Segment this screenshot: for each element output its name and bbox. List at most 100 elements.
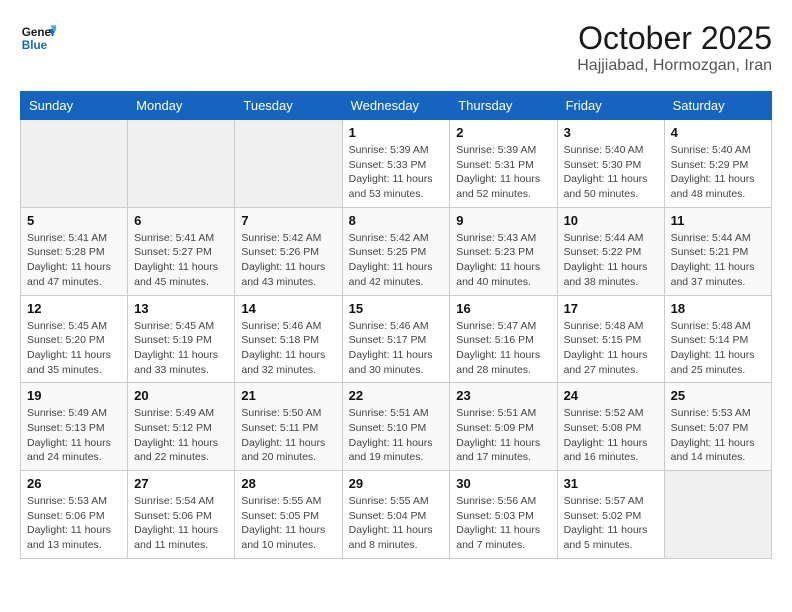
day-info: Sunrise: 5:49 AM Sunset: 5:12 PM Dayligh…: [134, 406, 228, 465]
day-number: 1: [349, 125, 444, 140]
calendar-cell: 16 Sunrise: 5:47 AM Sunset: 5:16 PM Dayli…: [450, 295, 557, 383]
day-number: 29: [349, 476, 444, 491]
day-info: Sunrise: 5:57 AM Sunset: 5:02 PM Dayligh…: [564, 494, 658, 553]
calendar-day-header: Thursday: [450, 92, 557, 120]
calendar-cell: 11Sunrise: 5:44 AM Sunset: 5:21 PM Dayli…: [664, 207, 771, 295]
day-number: 25: [671, 388, 765, 403]
calendar-cell: 26 Sunrise: 5:53 AM Sunset: 5:06 PM Dayli…: [21, 471, 128, 559]
calendar-week-row: 5Sunrise: 5:41 AM Sunset: 5:28 PM Daylig…: [21, 207, 772, 295]
calendar-day-header: Saturday: [664, 92, 771, 120]
day-number: 10: [564, 213, 658, 228]
calendar-header-row: SundayMondayTuesdayWednesdayThursdayFrid…: [21, 92, 772, 120]
calendar-cell: [21, 120, 128, 208]
calendar-cell: [128, 120, 235, 208]
day-info: Sunrise: 5:45 AM Sunset: 5:19 PM Dayligh…: [134, 319, 228, 378]
calendar-cell: 5Sunrise: 5:41 AM Sunset: 5:28 PM Daylig…: [21, 207, 128, 295]
day-number: 8: [349, 213, 444, 228]
calendar-cell: 23Sunrise: 5:51 AM Sunset: 5:09 PM Dayli…: [450, 383, 557, 471]
calendar-cell: 8 Sunrise: 5:42 AM Sunset: 5:25 PM Daylig…: [342, 207, 450, 295]
calendar-cell: 22Sunrise: 5:51 AM Sunset: 5:10 PM Dayli…: [342, 383, 450, 471]
day-info: Sunrise: 5:42 AM Sunset: 5:26 PM Dayligh…: [241, 231, 335, 290]
calendar-cell: 12 Sunrise: 5:45 AM Sunset: 5:20 PM Dayli…: [21, 295, 128, 383]
day-number: 20: [134, 388, 228, 403]
calendar-cell: 24 Sunrise: 5:52 AM Sunset: 5:08 PM Dayli…: [557, 383, 664, 471]
title-block: October 2025 Hajjiabad, Hormozgan, Iran: [577, 20, 772, 75]
day-number: 14: [241, 301, 335, 316]
day-info: Sunrise: 5:48 AM Sunset: 5:14 PM Dayligh…: [671, 319, 765, 378]
logo: General Blue: [20, 20, 56, 56]
calendar-day-header: Wednesday: [342, 92, 450, 120]
calendar-cell: 30Sunrise: 5:56 AM Sunset: 5:03 PM Dayli…: [450, 471, 557, 559]
day-number: 16: [456, 301, 550, 316]
calendar-cell: 19 Sunrise: 5:49 AM Sunset: 5:13 PM Dayli…: [21, 383, 128, 471]
calendar-cell: 6Sunrise: 5:41 AM Sunset: 5:27 PM Daylig…: [128, 207, 235, 295]
day-number: 6: [134, 213, 228, 228]
logo-icon: General Blue: [20, 20, 56, 56]
day-info: Sunrise: 5:50 AM Sunset: 5:11 PM Dayligh…: [241, 406, 335, 465]
day-info: Sunrise: 5:55 AM Sunset: 5:05 PM Dayligh…: [241, 494, 335, 553]
day-info: Sunrise: 5:45 AM Sunset: 5:20 PM Dayligh…: [27, 319, 121, 378]
day-number: 31: [564, 476, 658, 491]
calendar-cell: 17 Sunrise: 5:48 AM Sunset: 5:15 PM Dayli…: [557, 295, 664, 383]
day-number: 22: [349, 388, 444, 403]
day-number: 2: [456, 125, 550, 140]
day-number: 18: [671, 301, 765, 316]
calendar-cell: 3Sunrise: 5:40 AM Sunset: 5:30 PM Daylig…: [557, 120, 664, 208]
day-info: Sunrise: 5:41 AM Sunset: 5:28 PM Dayligh…: [27, 231, 121, 290]
calendar-cell: 4 Sunrise: 5:40 AM Sunset: 5:29 PM Daylig…: [664, 120, 771, 208]
calendar-cell: 25 Sunrise: 5:53 AM Sunset: 5:07 PM Dayli…: [664, 383, 771, 471]
day-number: 19: [27, 388, 121, 403]
day-info: Sunrise: 5:40 AM Sunset: 5:29 PM Dayligh…: [671, 143, 765, 202]
calendar-cell: 29 Sunrise: 5:55 AM Sunset: 5:04 PM Dayli…: [342, 471, 450, 559]
day-number: 28: [241, 476, 335, 491]
calendar-cell: 1 Sunrise: 5:39 AM Sunset: 5:33 PM Daylig…: [342, 120, 450, 208]
day-number: 15: [349, 301, 444, 316]
calendar-cell: 31 Sunrise: 5:57 AM Sunset: 5:02 PM Dayli…: [557, 471, 664, 559]
day-info: Sunrise: 5:55 AM Sunset: 5:04 PM Dayligh…: [349, 494, 444, 553]
day-info: Sunrise: 5:53 AM Sunset: 5:06 PM Dayligh…: [27, 494, 121, 553]
day-number: 12: [27, 301, 121, 316]
day-info: Sunrise: 5:53 AM Sunset: 5:07 PM Dayligh…: [671, 406, 765, 465]
calendar-day-header: Tuesday: [235, 92, 342, 120]
day-info: Sunrise: 5:44 AM Sunset: 5:21 PM Dayligh…: [671, 231, 765, 290]
month-title: October 2025: [577, 20, 772, 57]
day-number: 13: [134, 301, 228, 316]
day-info: Sunrise: 5:40 AM Sunset: 5:30 PM Dayligh…: [564, 143, 658, 202]
calendar-cell: [664, 471, 771, 559]
calendar-cell: 18 Sunrise: 5:48 AM Sunset: 5:14 PM Dayli…: [664, 295, 771, 383]
calendar-cell: [235, 120, 342, 208]
calendar-table: SundayMondayTuesdayWednesdayThursdayFrid…: [20, 91, 772, 559]
day-info: Sunrise: 5:52 AM Sunset: 5:08 PM Dayligh…: [564, 406, 658, 465]
day-info: Sunrise: 5:56 AM Sunset: 5:03 PM Dayligh…: [456, 494, 550, 553]
day-info: Sunrise: 5:49 AM Sunset: 5:13 PM Dayligh…: [27, 406, 121, 465]
day-info: Sunrise: 5:46 AM Sunset: 5:18 PM Dayligh…: [241, 319, 335, 378]
calendar-week-row: 19 Sunrise: 5:49 AM Sunset: 5:13 PM Dayli…: [21, 383, 772, 471]
day-number: 27: [134, 476, 228, 491]
calendar-cell: 10Sunrise: 5:44 AM Sunset: 5:22 PM Dayli…: [557, 207, 664, 295]
day-info: Sunrise: 5:48 AM Sunset: 5:15 PM Dayligh…: [564, 319, 658, 378]
calendar-cell: 13 Sunrise: 5:45 AM Sunset: 5:19 PM Dayli…: [128, 295, 235, 383]
day-number: 17: [564, 301, 658, 316]
calendar-day-header: Sunday: [21, 92, 128, 120]
day-info: Sunrise: 5:39 AM Sunset: 5:31 PM Dayligh…: [456, 143, 550, 202]
svg-text:Blue: Blue: [22, 39, 48, 52]
page-header: General Blue October 2025 Hajjiabad, Hor…: [20, 20, 772, 75]
location-title: Hajjiabad, Hormozgan, Iran: [577, 57, 772, 75]
day-number: 24: [564, 388, 658, 403]
day-number: 21: [241, 388, 335, 403]
day-info: Sunrise: 5:42 AM Sunset: 5:25 PM Dayligh…: [349, 231, 444, 290]
day-info: Sunrise: 5:43 AM Sunset: 5:23 PM Dayligh…: [456, 231, 550, 290]
calendar-cell: 7 Sunrise: 5:42 AM Sunset: 5:26 PM Daylig…: [235, 207, 342, 295]
day-info: Sunrise: 5:47 AM Sunset: 5:16 PM Dayligh…: [456, 319, 550, 378]
calendar-cell: 28 Sunrise: 5:55 AM Sunset: 5:05 PM Dayli…: [235, 471, 342, 559]
day-number: 23: [456, 388, 550, 403]
day-number: 26: [27, 476, 121, 491]
day-number: 4: [671, 125, 765, 140]
day-info: Sunrise: 5:39 AM Sunset: 5:33 PM Dayligh…: [349, 143, 444, 202]
day-number: 7: [241, 213, 335, 228]
calendar-cell: 9Sunrise: 5:43 AM Sunset: 5:23 PM Daylig…: [450, 207, 557, 295]
calendar-cell: 2 Sunrise: 5:39 AM Sunset: 5:31 PM Daylig…: [450, 120, 557, 208]
calendar-cell: 14 Sunrise: 5:46 AM Sunset: 5:18 PM Dayli…: [235, 295, 342, 383]
day-info: Sunrise: 5:46 AM Sunset: 5:17 PM Dayligh…: [349, 319, 444, 378]
calendar-day-header: Friday: [557, 92, 664, 120]
